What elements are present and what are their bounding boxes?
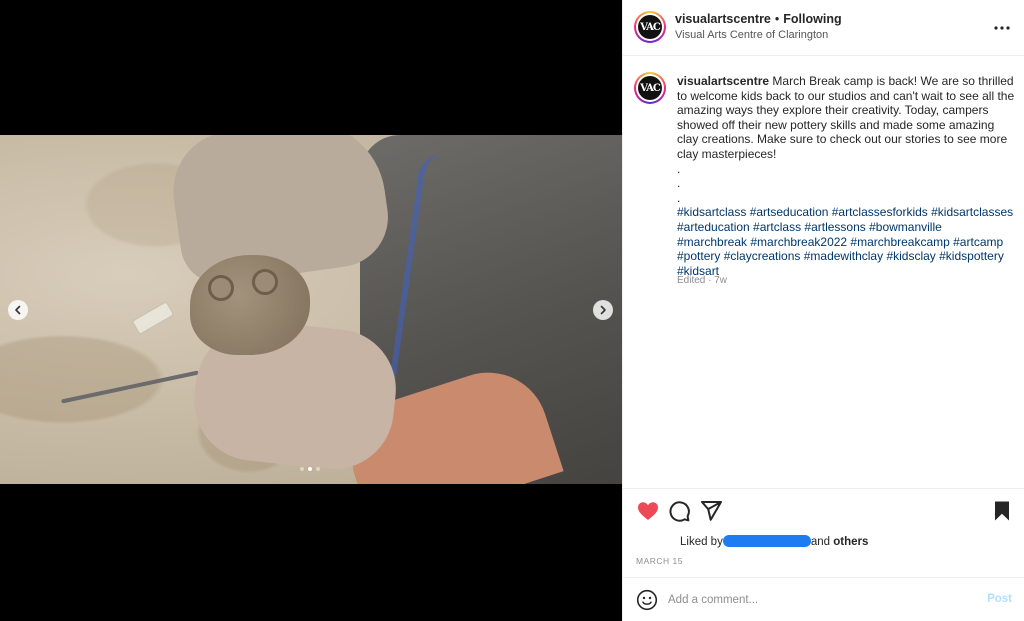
liked-by-others-link[interactable]: others: [833, 536, 868, 548]
carousel-dot: [300, 467, 304, 471]
smiley-icon: [636, 589, 658, 611]
caption-dot: .: [677, 161, 681, 176]
header-line: visualartscentre • Following: [675, 12, 842, 27]
carousel-indicator: [300, 467, 320, 471]
comment-composer: Post: [623, 577, 1024, 621]
carousel-dot-active: [308, 467, 312, 471]
post-comment-button[interactable]: Post: [987, 593, 1012, 605]
clay-eye: [208, 275, 234, 301]
clay-eye: [252, 269, 278, 295]
vac-logo: VAC: [638, 76, 662, 100]
carousel-dot: [316, 467, 320, 471]
header-names: visualartscentre • Following Visual Arts C…: [675, 12, 842, 41]
post-sidebar: VAC visualartscentre • Following Visual Ar…: [622, 0, 1024, 621]
bookmark-filled-icon: [995, 501, 1009, 521]
header-username[interactable]: visualartscentre: [675, 12, 771, 26]
like-button[interactable]: [636, 499, 660, 523]
post-photo: [0, 135, 622, 484]
caption-username[interactable]: visualartscentre: [677, 74, 769, 88]
caption-hashtags[interactable]: #kidsartclass #artseducation #artclasses…: [677, 205, 1015, 278]
more-horizontal-icon: [994, 26, 1010, 30]
liked-by-prefix: Liked by: [680, 536, 723, 548]
comment-icon: [669, 501, 690, 522]
carousel-prev-button[interactable]: [8, 300, 28, 320]
post-media: [0, 0, 622, 621]
chevron-left-icon: [15, 305, 21, 315]
caption-dot: .: [677, 176, 681, 191]
following-button[interactable]: Following: [783, 12, 841, 26]
caption-dot: .: [677, 190, 681, 205]
more-options-button[interactable]: [994, 17, 1010, 35]
avatar-ring: VAC: [636, 74, 664, 102]
location-link[interactable]: Visual Arts Centre of Clarington: [675, 29, 842, 41]
avatar-ring: VAC: [636, 13, 664, 41]
avatar[interactable]: VAC: [634, 11, 666, 43]
emoji-button[interactable]: [636, 589, 658, 611]
share-button[interactable]: [699, 499, 723, 523]
header-separator: •: [774, 12, 780, 26]
comment-input[interactable]: [668, 590, 968, 610]
redacted-username: [722, 535, 811, 547]
vac-logo: VAC: [638, 15, 662, 39]
clay-sculpture: [190, 255, 310, 355]
carousel-next-button[interactable]: [593, 300, 613, 320]
post-actions: Liked by and others MARCH 15: [623, 488, 1024, 577]
paper-plane-icon: [701, 501, 722, 521]
chevron-right-icon: [600, 305, 606, 315]
instagram-post-modal: VAC visualartscentre • Following Visual Ar…: [0, 0, 1024, 621]
edited-timestamp: Edited · 7w: [677, 275, 728, 286]
liked-by-suffix: and: [810, 536, 831, 548]
comment-button[interactable]: [667, 499, 691, 523]
liked-by: Liked by and others: [680, 535, 868, 548]
caption-area: VAC visualartscentre March Break camp is…: [623, 56, 1024, 488]
heart-filled-icon: [638, 502, 658, 520]
post-caption: visualartscentre March Break camp is bac…: [677, 74, 1015, 278]
caption-avatar[interactable]: VAC: [634, 72, 666, 104]
save-button[interactable]: [990, 499, 1014, 523]
post-header: VAC visualartscentre • Following Visual Ar…: [623, 0, 1024, 56]
post-date[interactable]: MARCH 15: [636, 556, 683, 566]
